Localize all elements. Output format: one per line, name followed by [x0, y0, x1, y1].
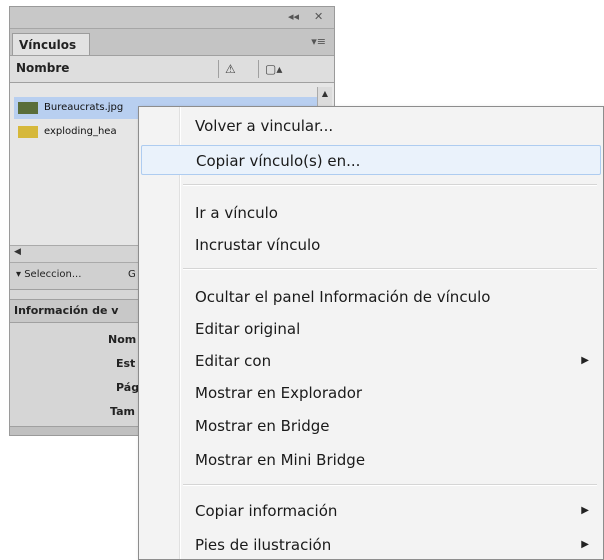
- column-header: Nombre ⚠ ▢▴: [10, 56, 334, 83]
- info-label-name: Nom: [108, 333, 137, 346]
- menu-item-label: Editar original: [195, 320, 301, 338]
- menu-item-label: Mostrar en Bridge: [195, 417, 330, 435]
- menu-item-label: Editar con: [195, 352, 272, 370]
- menu-item-captions[interactable]: Pies de ilustración ▶: [141, 530, 601, 560]
- submenu-arrow-icon: ▶: [581, 355, 589, 366]
- submenu-arrow-icon: ▶: [581, 539, 589, 550]
- menu-item-label: Copiar información: [195, 502, 338, 520]
- collapse-icon[interactable]: ◂◂: [288, 10, 299, 23]
- menu-item-label: Incrustar vínculo: [195, 236, 321, 254]
- menu-item-label: Volver a vincular...: [195, 117, 334, 135]
- menu-item-go-to-link[interactable]: Ir a vínculo: [141, 198, 601, 228]
- menu-separator: [183, 268, 597, 270]
- panel-menu-icon[interactable]: ▾≡: [311, 35, 326, 48]
- menu-item-relink[interactable]: Volver a vincular...: [141, 111, 601, 141]
- menu-item-reveal-in-explorer[interactable]: Mostrar en Explorador: [141, 378, 601, 408]
- link-filename: exploding_hea: [44, 126, 117, 137]
- scroll-up-icon[interactable]: ▲: [318, 89, 332, 98]
- scroll-left-icon[interactable]: ◀: [14, 247, 21, 257]
- menu-item-label: Copiar vínculo(s) en...: [196, 152, 361, 170]
- submenu-arrow-icon: ▶: [581, 505, 589, 516]
- menu-item-copy-links[interactable]: Copiar vínculo(s) en...: [141, 145, 601, 175]
- menu-item-embed-link[interactable]: Incrustar vínculo: [141, 230, 601, 260]
- info-label-size: Tam: [110, 405, 135, 418]
- link-info-title: Información de v: [14, 304, 119, 317]
- menu-item-edit-original[interactable]: Editar original: [141, 314, 601, 344]
- panel-titlebar: ◂◂ ✕: [10, 7, 334, 29]
- menu-separator: [183, 184, 597, 186]
- info-label-page: Pág: [116, 381, 140, 394]
- column-name-label[interactable]: Nombre: [16, 61, 69, 75]
- menu-item-copy-info[interactable]: Copiar información ▶: [141, 496, 601, 526]
- menu-item-reveal-in-bridge[interactable]: Mostrar en Bridge: [141, 411, 601, 441]
- menu-item-label: Mostrar en Explorador: [195, 384, 363, 402]
- context-menu: Volver a vincular... Copiar vínculo(s) e…: [138, 106, 604, 560]
- link-filename: Bureaucrats.jpg: [44, 102, 124, 113]
- tab-vinculos[interactable]: Vínculos: [12, 33, 90, 55]
- info-label-status: Est: [116, 357, 136, 370]
- menu-item-reveal-in-mini-bridge[interactable]: Mostrar en Mini Bridge: [141, 445, 601, 475]
- footer-label-g: G: [128, 269, 136, 280]
- menu-item-hide-link-info[interactable]: Ocultar el panel Información de vínculo: [141, 282, 601, 312]
- page-column-icon[interactable]: ▢▴: [258, 60, 295, 78]
- selection-dropdown[interactable]: ▾ Seleccion...: [16, 269, 81, 280]
- close-icon[interactable]: ✕: [314, 10, 323, 23]
- image-thumbnail-icon: [18, 102, 38, 114]
- menu-item-label: Pies de ilustración: [195, 536, 332, 554]
- menu-item-edit-with[interactable]: Editar con ▶: [141, 346, 601, 376]
- menu-item-label: Mostrar en Mini Bridge: [195, 451, 366, 469]
- menu-item-label: Ir a vínculo: [195, 204, 278, 222]
- menu-item-label: Ocultar el panel Información de vínculo: [195, 288, 491, 306]
- warning-icon[interactable]: ⚠: [218, 60, 255, 78]
- tab-row: Vínculos ▾≡: [10, 29, 334, 56]
- menu-separator: [183, 484, 597, 486]
- image-thumbnail-icon: [18, 126, 38, 138]
